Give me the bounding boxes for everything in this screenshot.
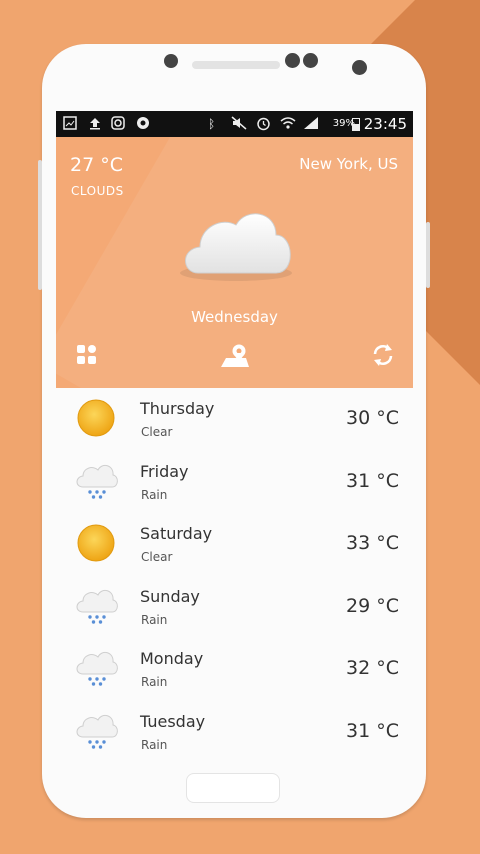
cloud-icon (180, 213, 292, 281)
forecast-row[interactable]: Tuesday Rain 31 °C (56, 701, 413, 763)
rain-cloud-icon (74, 586, 118, 626)
forecast-day: Thursday (140, 399, 215, 418)
screen: ᛒ 39% 23:45 27 °C CLOUDS New York, US We… (56, 111, 413, 768)
earpiece (192, 61, 280, 69)
power-button[interactable] (426, 222, 430, 288)
forecast-day: Monday (140, 649, 204, 668)
signal-icon (303, 116, 319, 134)
forecast-row[interactable]: Sunday Rain 29 °C (56, 576, 413, 638)
clock: 23:45 (363, 115, 407, 133)
forecast-row[interactable]: Thursday Clear 30 °C (56, 388, 413, 450)
proximity-sensor (303, 53, 318, 68)
forecast-condition: Rain (141, 675, 168, 689)
forecast-day: Tuesday (140, 711, 206, 731)
current-weather-panel: 27 °C CLOUDS New York, US Wednesday (56, 137, 413, 388)
forecast-condition: Rain (141, 737, 168, 752)
forecast-row[interactable]: Friday Rain 31 °C (56, 451, 413, 513)
alarm-icon (256, 116, 271, 135)
bluetooth-icon: ᛒ (208, 117, 216, 131)
map-pin-icon[interactable] (220, 343, 250, 373)
forecast-row[interactable]: Monday Rain 32 °C (56, 638, 413, 700)
location-label[interactable]: New York, US (299, 155, 398, 173)
current-day: Wednesday (191, 308, 278, 326)
rain-cloud-icon (74, 648, 118, 688)
forecast-day: Sunday (140, 586, 200, 606)
current-condition: CLOUDS (71, 184, 124, 198)
forecast-day: Friday (140, 461, 189, 481)
home-button[interactable] (186, 773, 280, 803)
forecast-temperature: 29 °C (346, 594, 399, 617)
forecast-row[interactable]: Saturday Clear 33 °C (56, 513, 413, 575)
forecast-temperature: 30 °C (346, 407, 399, 429)
forecast-condition: Clear (141, 425, 173, 439)
forecast-condition: Rain (141, 487, 168, 502)
sun-icon (74, 398, 118, 438)
wifi-icon (280, 116, 296, 134)
forecast-condition: Rain (141, 612, 168, 627)
forecast-list: Thursday Clear 30 °C Friday Rain 31 °C Saturda… (56, 388, 413, 768)
front-camera (285, 53, 300, 68)
upload-icon (88, 116, 102, 134)
forecast-temperature: 31 °C (346, 719, 399, 742)
forecast-temperature: 32 °C (346, 657, 399, 679)
rain-cloud-icon (74, 711, 118, 751)
forecast-temperature: 33 °C (346, 532, 399, 554)
forecast-condition: Clear (141, 550, 173, 564)
rain-cloud-icon (74, 461, 118, 501)
chrome-icon (136, 116, 150, 134)
grid-icon[interactable] (76, 343, 98, 369)
sun-icon (74, 523, 118, 563)
current-temperature: 27 °C (70, 154, 123, 176)
status-bar: ᛒ 39% 23:45 (56, 111, 413, 137)
refresh-icon[interactable] (371, 343, 395, 371)
front-sensor (164, 54, 178, 68)
mute-icon (231, 116, 247, 134)
forecast-temperature: 31 °C (346, 469, 399, 492)
volume-button[interactable] (38, 160, 42, 290)
battery-icon (352, 117, 360, 135)
light-sensor (352, 60, 367, 75)
gallery-icon (63, 116, 77, 134)
instagram-icon (111, 116, 125, 134)
forecast-day: Saturday (140, 524, 213, 543)
